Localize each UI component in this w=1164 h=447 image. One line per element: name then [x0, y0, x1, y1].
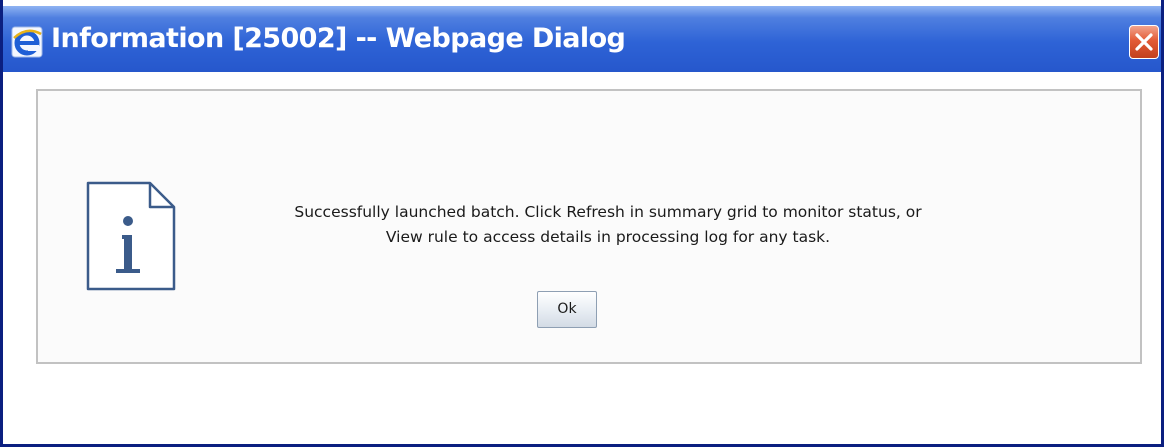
message-line: Successfully launched batch. Click Refre…: [294, 203, 922, 221]
message-panel: Successfully launched batch. Click Refre…: [36, 89, 1142, 364]
message-line: View rule to access details in processin…: [385, 228, 831, 246]
message-text: Successfully launched batch. Click Refre…: [178, 200, 1038, 250]
ok-button[interactable]: Ok: [537, 291, 597, 328]
close-icon: [1135, 33, 1153, 51]
dialog-content: Successfully launched batch. Click Refre…: [3, 72, 1161, 444]
info-icon: [86, 181, 176, 291]
ie-icon: [9, 24, 45, 60]
close-button[interactable]: [1129, 25, 1159, 59]
window-title: Information [25002] -- Webpage Dialog: [51, 23, 626, 54]
title-bar[interactable]: Information [25002] -- Webpage Dialog: [3, 0, 1161, 72]
webpage-dialog-window: Information [25002] -- Webpage Dialog Su…: [0, 0, 1164, 447]
